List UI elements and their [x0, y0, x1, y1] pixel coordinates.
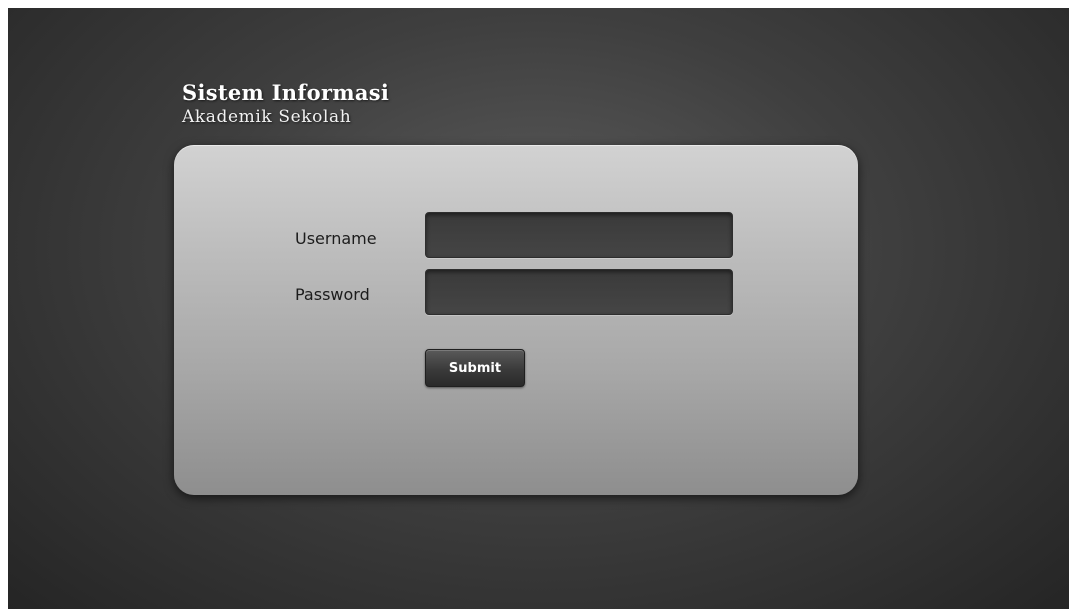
app-title-line2: Akademik Sekolah: [182, 107, 352, 127]
page-background: Sistem Informasi Akademik Sekolah Userna…: [8, 8, 1069, 609]
password-input[interactable]: [425, 269, 733, 315]
app-title-line1: Sistem Informasi: [182, 80, 390, 105]
password-label: Password: [295, 285, 370, 304]
username-input[interactable]: [425, 212, 733, 258]
submit-button[interactable]: Submit: [425, 349, 525, 387]
login-panel: Username Password Submit: [174, 145, 858, 495]
username-label: Username: [295, 229, 377, 248]
app-title: Sistem Informasi Akademik Sekolah: [182, 80, 389, 128]
